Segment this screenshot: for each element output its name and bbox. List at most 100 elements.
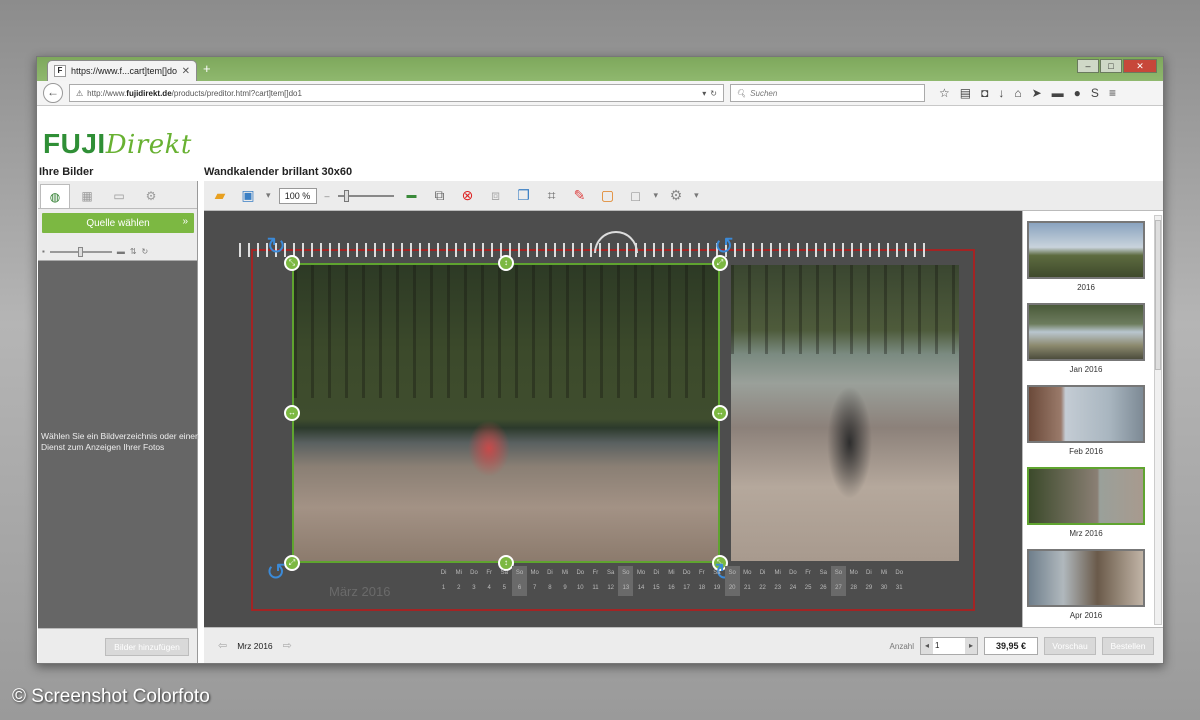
bookmark-star-icon[interactable]: ☆ xyxy=(939,86,950,100)
delete-icon[interactable]: ⊗ xyxy=(458,187,478,204)
resize-handle-left[interactable]: ↔ xyxy=(284,405,300,421)
minimize-icon[interactable]: – xyxy=(1077,59,1099,73)
calendar-weekday: Fr xyxy=(486,570,492,576)
gear-icon[interactable]: ⚙ xyxy=(666,187,686,204)
rotate-icon[interactable]: ↻ xyxy=(262,233,290,261)
order-button[interactable]: Bestellen xyxy=(1102,637,1154,655)
images-panel: ◍ ▦ ▭ ⚙ Quelle wählen » ▪ ▬ ⇅ ↻ Wählen S… xyxy=(38,181,200,663)
calendar-day-number: 22 xyxy=(759,585,766,591)
rotate-icon[interactable]: ↺ xyxy=(710,233,738,261)
pocket-icon[interactable]: ◘ xyxy=(981,86,988,100)
image-replace-icon[interactable]: ⧉ xyxy=(430,187,450,204)
calendar-day: Do 24 xyxy=(785,566,800,596)
calendar-day-number: 20 xyxy=(728,585,736,591)
zoom-slider[interactable] xyxy=(337,189,394,202)
url-bar[interactable]: ⚠ http://www.fujidirekt.de/products/pred… xyxy=(69,84,724,102)
calendar-weekday: Sa xyxy=(500,570,509,576)
photo-right[interactable] xyxy=(731,265,959,561)
layer-icon[interactable]: ⧈ xyxy=(486,187,506,204)
calendar-day: Fr 18 xyxy=(694,566,709,596)
page-thumbnail-label: Jan 2016 xyxy=(1069,365,1103,374)
zoom-field[interactable]: 100 % xyxy=(278,187,317,204)
frame-view-icon[interactable]: ▭ xyxy=(104,184,134,208)
grid-view-icon[interactable]: ▦ xyxy=(72,184,102,208)
calendar-day: Mo 28 xyxy=(846,566,861,596)
calendar-day: Fr 11 xyxy=(588,566,603,596)
open-folder-icon[interactable]: ▰ xyxy=(210,187,230,204)
page-thumbnail[interactable] xyxy=(1027,303,1145,361)
globe-source-icon[interactable]: ◍ xyxy=(40,184,70,208)
copy-icon[interactable]: ❐ xyxy=(514,187,534,204)
maximize-icon[interactable]: □ xyxy=(1100,59,1122,73)
fujidirekt-logo[interactable]: FUJIDirekt xyxy=(43,128,192,160)
selection-frame[interactable] xyxy=(292,263,720,563)
download-icon[interactable]: ↓ xyxy=(998,86,1004,100)
back-icon[interactable]: ← xyxy=(43,83,63,103)
page-thumbnail[interactable] xyxy=(1027,221,1145,279)
send-icon[interactable]: ➤ xyxy=(1032,86,1042,100)
extension-icon[interactable]: ▬ xyxy=(1052,86,1064,100)
chat-icon[interactable]: ● xyxy=(1074,86,1081,100)
calendar-weekday: So xyxy=(515,570,524,576)
zoom-in-icon[interactable]: ▬ xyxy=(402,190,422,201)
new-tab-icon[interactable]: + xyxy=(203,61,211,76)
calendar-day-number: 3 xyxy=(472,585,476,591)
increment-icon[interactable]: ▸ xyxy=(965,638,977,654)
calendar-day-number: 24 xyxy=(789,585,797,591)
clipboard-icon[interactable]: ▤ xyxy=(960,86,971,100)
settings-gears-icon[interactable]: ⚙ xyxy=(136,184,166,208)
close-window-icon[interactable]: ✕ xyxy=(1123,59,1157,73)
url-text: http://www.fujidirekt.de/products/predit… xyxy=(87,88,302,98)
chevron-down-icon[interactable]: ▾ xyxy=(266,190,271,201)
close-tab-icon[interactable]: ✕ xyxy=(182,66,190,77)
calendar-day: Mi 23 xyxy=(770,566,785,596)
dropdown-icon[interactable]: ▾ xyxy=(702,89,706,98)
next-month-icon[interactable]: ⇨ xyxy=(283,639,292,652)
reload-icon[interactable]: ↻ xyxy=(710,89,717,98)
page-thumbnail[interactable] xyxy=(1027,385,1145,443)
editor-canvas: ⤡ ↕ ⤢ ↔ ↔ ⤢ ↕ ⤡ ↻ ↺ ↺ ↻ März 2016 Di1Mi2… xyxy=(204,211,1022,627)
decrement-icon[interactable]: ◂ xyxy=(921,638,933,654)
frame-icon[interactable]: ▢ xyxy=(598,187,618,204)
brush-icon[interactable]: ✎ xyxy=(570,187,590,204)
zoom-out-icon[interactable]: – xyxy=(325,191,330,201)
thumbnail-size-slider[interactable] xyxy=(49,246,112,257)
page-thumbnail[interactable] xyxy=(1027,467,1145,525)
chevron-down-icon[interactable]: ▾ xyxy=(654,190,659,201)
refresh-icon[interactable]: ↻ xyxy=(142,247,149,256)
calendar-day: Mo 7 xyxy=(527,566,542,596)
sort-icon[interactable]: ⇅ xyxy=(130,247,137,256)
calendar-day: Di 22 xyxy=(755,566,770,596)
home-icon[interactable]: ⌂ xyxy=(1014,86,1021,100)
border-icon[interactable]: □ xyxy=(626,188,646,204)
skype-icon[interactable]: S xyxy=(1091,86,1099,100)
prev-month-icon[interactable]: ⇦ xyxy=(218,639,227,652)
search-bar[interactable]: 🔍︎ Suchen xyxy=(730,84,925,102)
resize-handle-top[interactable]: ↕ xyxy=(498,255,514,271)
save-icon[interactable]: ▣ xyxy=(238,187,258,204)
browser-tab[interactable]: F https://www.f...cart]tem[]do1 ✕ xyxy=(47,60,197,81)
calendar-weekday: Do xyxy=(576,570,585,576)
quantity-input[interactable]: 1 xyxy=(933,638,965,654)
chevron-down-icon[interactable]: ▾ xyxy=(694,190,699,201)
page-thumbnail[interactable] xyxy=(1027,549,1145,607)
calendar-day: Mo 21 xyxy=(740,566,755,596)
preview-button[interactable]: Vorschau xyxy=(1044,637,1096,655)
crop-icon[interactable]: ⌗ xyxy=(542,187,562,204)
add-images-button[interactable]: Bilder hinzufügen xyxy=(105,638,189,656)
browser-window: F https://www.f...cart]tem[]do1 ✕ + – □ … xyxy=(36,56,1164,664)
calendar-day: Di 15 xyxy=(649,566,664,596)
choose-source-button[interactable]: Quelle wählen » xyxy=(42,213,194,233)
quantity-label: Anzahl xyxy=(889,641,914,651)
menu-icon[interactable]: ≡ xyxy=(1109,86,1116,100)
thumbnail-size-row: ▪ ▬ ⇅ ↻ xyxy=(38,243,197,261)
rotate-icon[interactable]: ↺ xyxy=(262,559,290,587)
calendar-weekday: Di xyxy=(866,570,872,576)
thumbnail-scrollbar[interactable] xyxy=(1154,215,1162,625)
search-icon: 🔍︎ xyxy=(736,88,747,98)
calendar-day-number: 25 xyxy=(804,585,812,591)
quantity-stepper[interactable]: ◂ 1 ▸ xyxy=(920,637,978,655)
nav-bar: ← ⚠ http://www.fujidirekt.de/products/pr… xyxy=(37,81,1163,106)
resize-handle-right[interactable]: ↔ xyxy=(712,405,728,421)
search-input[interactable]: Suchen xyxy=(750,89,777,98)
